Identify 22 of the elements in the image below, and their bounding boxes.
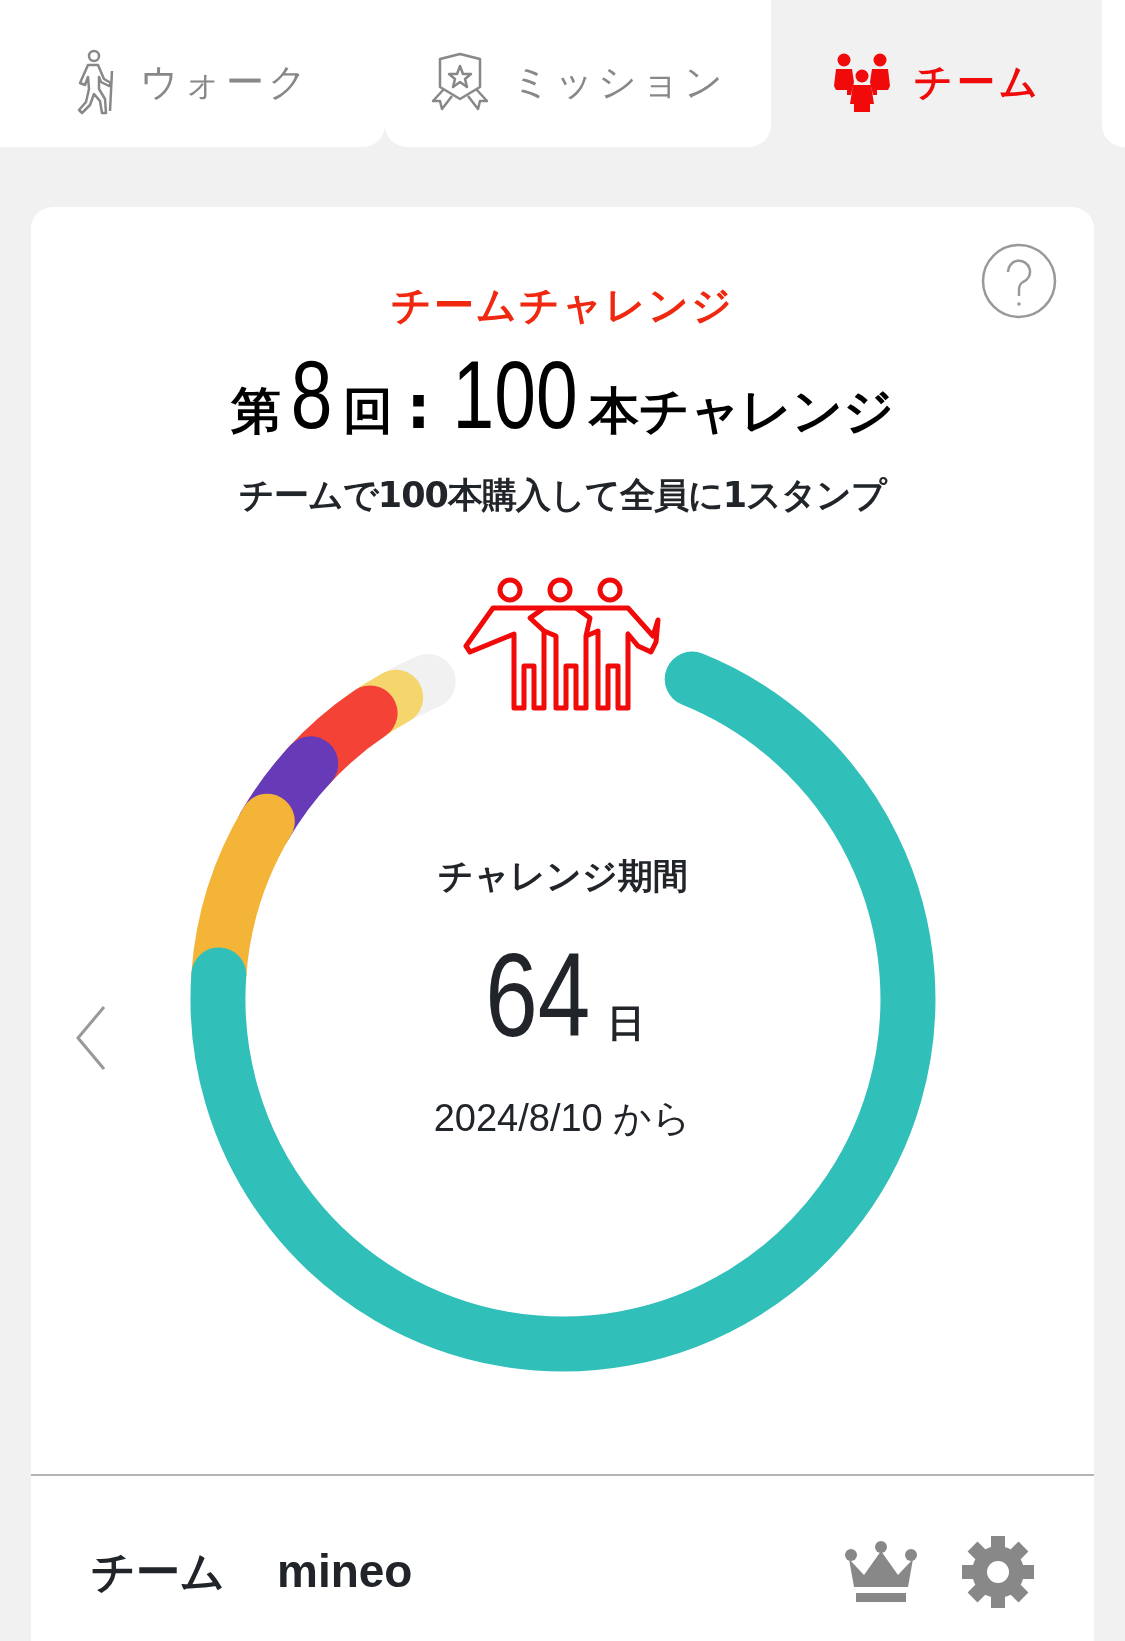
- round-number: 8: [291, 347, 333, 443]
- title-prefix: 第: [231, 386, 282, 436]
- previous-arrow-icon[interactable]: [75, 1004, 107, 1071]
- group-icon: [831, 52, 892, 112]
- challenge-category: チームチャレンジ: [390, 281, 735, 329]
- crown-icon[interactable]: [844, 1540, 918, 1603]
- period-label: チャレンジ期間: [437, 854, 688, 898]
- target-count: 100: [452, 347, 578, 443]
- title-separator: :: [406, 377, 431, 437]
- team-name: mineo: [277, 1544, 413, 1599]
- tab[interactable]: ウォーク: [0, 0, 385, 147]
- team-label: チーム: [91, 1544, 225, 1599]
- days-unit: 日: [607, 1004, 646, 1043]
- start-date: 2024/8/10 から: [433, 1096, 692, 1142]
- days-count: 64: [485, 936, 590, 1055]
- tab[interactable]: ミッション: [385, 0, 771, 147]
- challenge-description: チームで100本購入して全員に1スタンプ: [237, 474, 889, 517]
- round-suffix: 回: [342, 386, 393, 436]
- title-suffix: 本チャレンジ: [588, 386, 894, 436]
- help-icon[interactable]: [981, 243, 1057, 319]
- settings-icon[interactable]: [962, 1535, 1034, 1608]
- star-badge-icon: [429, 51, 490, 113]
